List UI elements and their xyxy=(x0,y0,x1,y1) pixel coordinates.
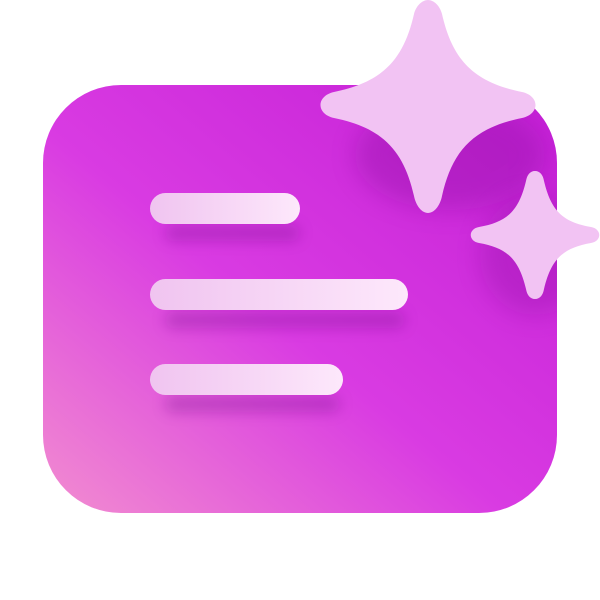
text-line-1 xyxy=(150,193,300,224)
icon-svg xyxy=(43,0,600,513)
text-line-2 xyxy=(150,279,408,310)
ai-text-summary-sparkle-icon xyxy=(0,0,600,600)
text-line-3 xyxy=(150,364,343,395)
